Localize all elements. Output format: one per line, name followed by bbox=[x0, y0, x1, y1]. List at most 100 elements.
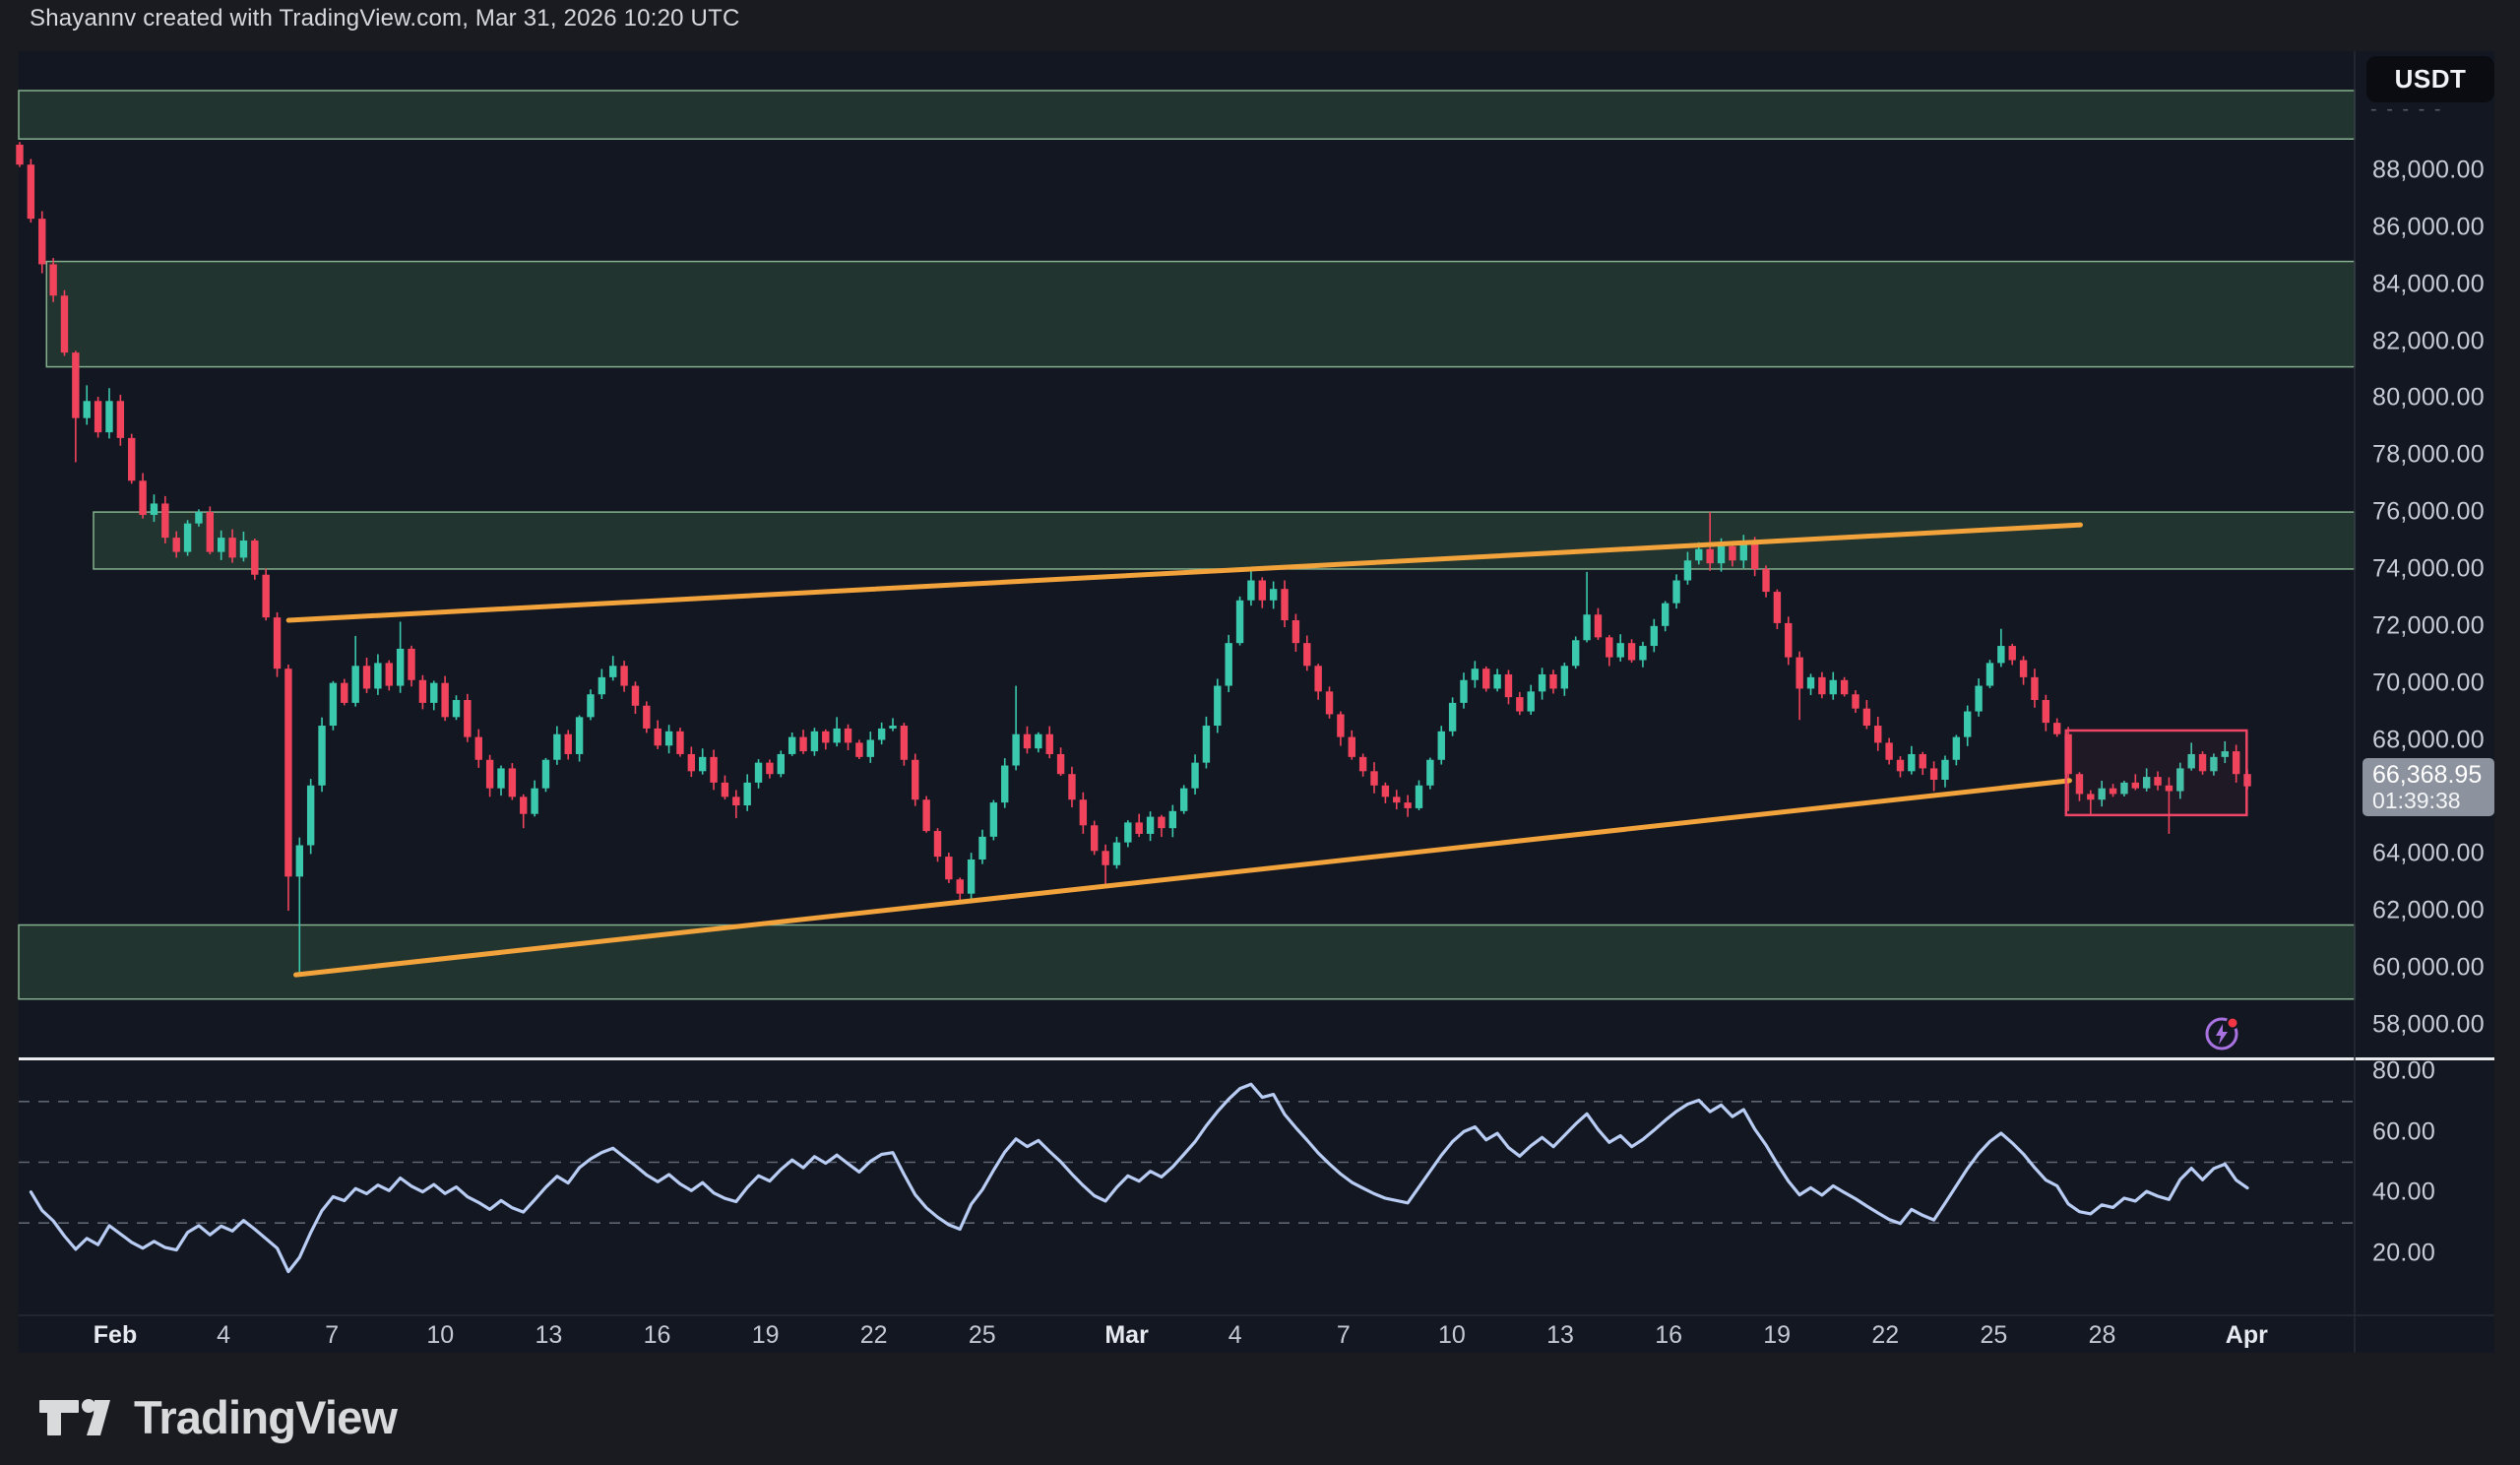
support-zone-60k[interactable] bbox=[19, 925, 2355, 999]
pane-separator[interactable] bbox=[19, 1057, 2494, 1060]
candle-body bbox=[520, 796, 527, 813]
resistance-zone-75k[interactable] bbox=[94, 512, 2355, 569]
candle-body bbox=[1561, 666, 1568, 688]
candle-body bbox=[542, 760, 549, 789]
time-axis-tick: Feb bbox=[56, 1321, 174, 1350]
rsi-axis-tick: 40.00 bbox=[2372, 1178, 2520, 1207]
candle-body bbox=[1337, 714, 1344, 736]
candle-body bbox=[296, 846, 303, 877]
candle-body bbox=[49, 264, 56, 295]
price-axis-tick: 68,000.00 bbox=[2372, 726, 2520, 754]
candle-body bbox=[1684, 560, 1691, 580]
candle-body bbox=[1740, 543, 1747, 560]
candle-body bbox=[632, 686, 639, 706]
candle-body bbox=[397, 649, 404, 686]
candle-body bbox=[1024, 734, 1031, 748]
candle-body bbox=[1281, 589, 1288, 620]
candle-body bbox=[1874, 726, 1881, 742]
candle-body bbox=[1830, 680, 1837, 694]
time-axis-tick: 13 bbox=[1501, 1321, 1619, 1350]
candle-body bbox=[1191, 763, 1198, 789]
candle-body bbox=[1349, 737, 1355, 757]
candle-body bbox=[867, 740, 874, 757]
candle-body bbox=[1482, 669, 1489, 688]
candle-body bbox=[1326, 691, 1333, 714]
candle-body bbox=[240, 541, 247, 557]
last-price-badge: 66,368.95 01:39:38 bbox=[2362, 758, 2494, 816]
currency-toggle-label: USDT bbox=[2395, 64, 2467, 94]
candle-body bbox=[665, 732, 672, 745]
rsi-axis-tick: 60.00 bbox=[2372, 1117, 2520, 1146]
time-axis-tick: 13 bbox=[489, 1321, 607, 1350]
candle-body bbox=[922, 799, 929, 831]
candle-body bbox=[1203, 726, 1210, 763]
candle-body bbox=[1706, 549, 1713, 563]
candle-body bbox=[1001, 766, 1008, 803]
candle-body bbox=[901, 726, 908, 760]
tradingview-logo[interactable]: TradingView bbox=[39, 1390, 397, 1444]
candle-body bbox=[1147, 817, 1154, 834]
candle-body bbox=[184, 524, 191, 552]
candle-body bbox=[833, 729, 840, 742]
candle-body bbox=[1672, 581, 1679, 604]
candle-body bbox=[453, 700, 460, 717]
candle-body bbox=[1908, 754, 1915, 771]
resistance-zone-84k[interactable] bbox=[46, 262, 2355, 367]
candle-body bbox=[1920, 754, 1926, 768]
notification-dot bbox=[2228, 1018, 2238, 1029]
candle-body bbox=[1606, 637, 1612, 657]
candle-body bbox=[1539, 674, 1545, 691]
candle-body bbox=[1897, 760, 1904, 772]
candle-body bbox=[61, 295, 68, 352]
candle-body bbox=[363, 666, 370, 688]
candle-body bbox=[1807, 677, 1814, 689]
candle-body bbox=[1516, 697, 1523, 711]
candle-body bbox=[1080, 799, 1087, 825]
candle-body bbox=[228, 538, 235, 557]
price-axis-tick: 64,000.00 bbox=[2372, 840, 2520, 868]
candle-body bbox=[2009, 646, 2016, 660]
candle-body bbox=[374, 663, 381, 688]
candle-body bbox=[1012, 734, 1019, 766]
candle-body bbox=[1416, 786, 1422, 808]
candle-body bbox=[2053, 723, 2060, 734]
candle-body bbox=[1528, 691, 1535, 711]
candle-body bbox=[430, 683, 437, 703]
time-axis-tick: Apr bbox=[2187, 1321, 2305, 1350]
time-axis-tick: 10 bbox=[1393, 1321, 1511, 1350]
price-axis-tick: 58,000.00 bbox=[2372, 1010, 2520, 1039]
candle-body bbox=[1986, 663, 1993, 685]
time-axis-tick: 19 bbox=[707, 1321, 825, 1350]
candle-body bbox=[1270, 589, 1277, 601]
candle-body bbox=[94, 401, 101, 432]
boost-icon[interactable] bbox=[2207, 1018, 2238, 1050]
candle-body bbox=[1651, 626, 1658, 646]
candle-body bbox=[1225, 643, 1231, 685]
candle-body bbox=[889, 726, 896, 729]
candle-body bbox=[1136, 822, 1143, 834]
candle-body bbox=[1628, 643, 1635, 660]
candle-body bbox=[1616, 643, 1623, 657]
candle-body bbox=[1091, 825, 1098, 851]
candle-body bbox=[1426, 760, 1433, 786]
candle-body bbox=[1449, 703, 1456, 732]
candle-body bbox=[1292, 620, 1299, 643]
candle-body bbox=[1818, 677, 1825, 694]
currency-toggle-button[interactable]: USDT bbox=[2366, 56, 2494, 102]
chart-graphics bbox=[0, 0, 2520, 1465]
resistance-zone-90k[interactable] bbox=[19, 91, 2355, 139]
candle-body bbox=[788, 737, 795, 754]
candle-body bbox=[609, 666, 616, 677]
candle-body bbox=[1785, 623, 1792, 658]
candle-body bbox=[722, 783, 728, 796]
rsi-axis-tick: 80.00 bbox=[2372, 1057, 2520, 1086]
candle-body bbox=[1113, 843, 1120, 865]
time-axis-tick: 19 bbox=[1718, 1321, 1836, 1350]
tradingview-logo-mark bbox=[39, 1392, 118, 1443]
candle-body bbox=[1885, 742, 1892, 759]
candle-body bbox=[307, 786, 314, 846]
candle-body bbox=[598, 677, 605, 694]
candle-body bbox=[565, 734, 572, 754]
tradingview-screenshot: Shayannv created with TradingView.com, M… bbox=[0, 0, 2520, 1465]
price-range-box[interactable] bbox=[2066, 731, 2247, 815]
